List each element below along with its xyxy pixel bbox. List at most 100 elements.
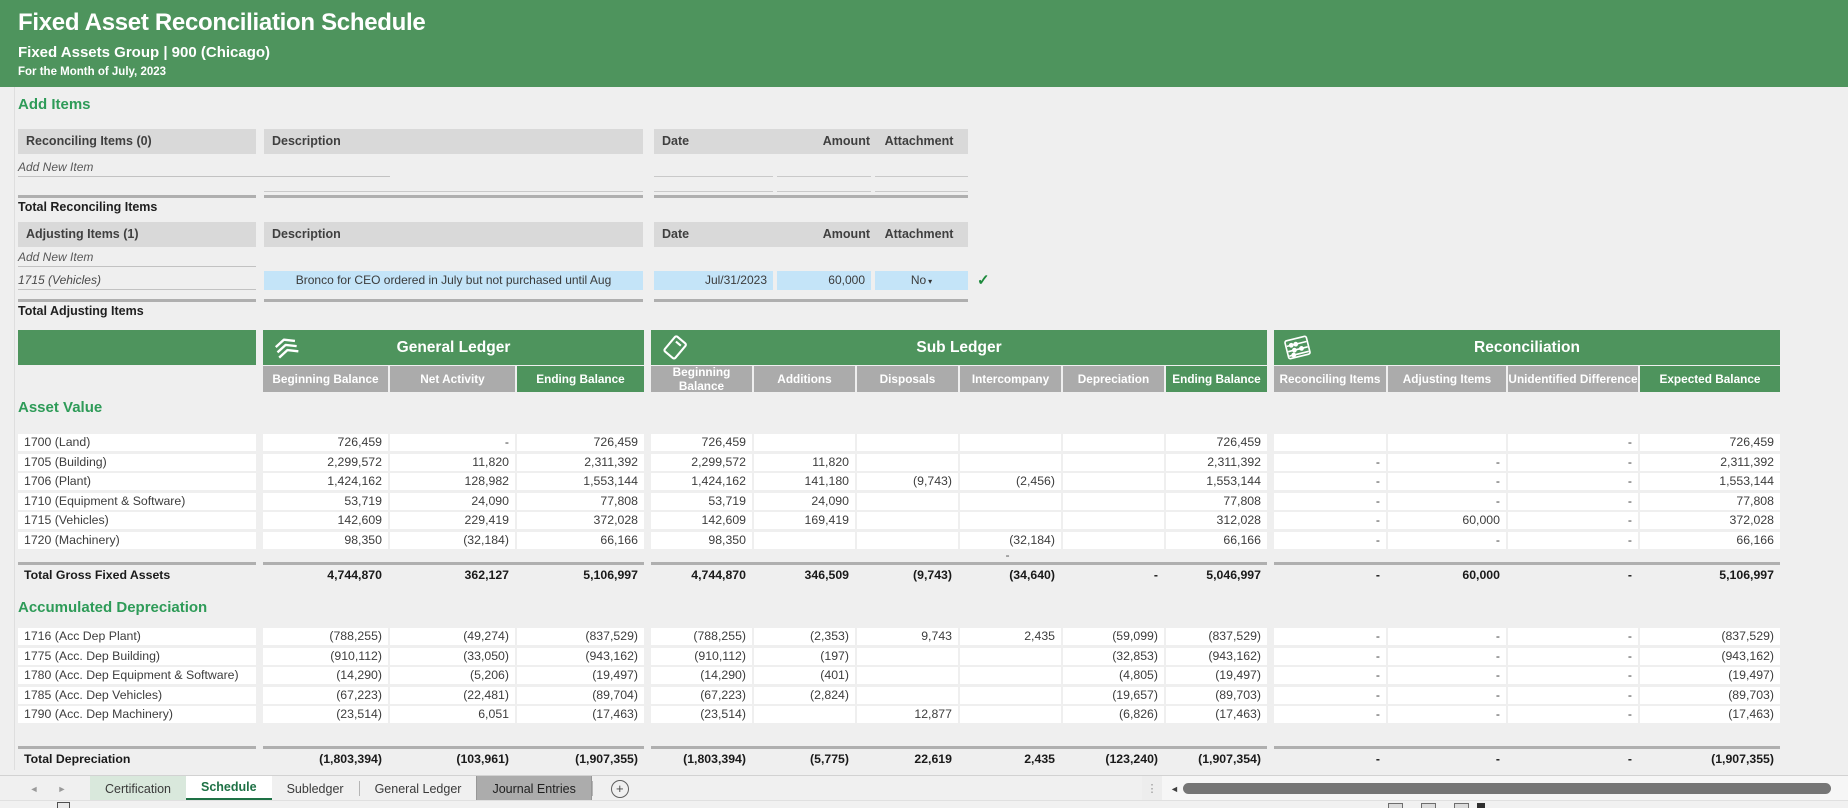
value-cell: - [1274, 531, 1386, 549]
col-sl-additions: Additions [754, 366, 855, 392]
prev-sheet-arrow-icon[interactable]: ◄ [20, 784, 48, 794]
value-cell: (103,961) [456, 751, 509, 766]
attachment-input[interactable] [875, 163, 968, 177]
value-cell: - [1508, 492, 1638, 510]
add-items-section: Add Items Reconciling Items (0) Descript… [0, 92, 1848, 320]
value-cell: 5,106,997 [583, 568, 638, 582]
value-cell: 66,166 [1640, 531, 1780, 549]
value-cell: (19,497) [517, 667, 644, 684]
date-input[interactable] [654, 163, 773, 177]
value-cell: (23,514) [651, 706, 752, 723]
value-cell [960, 647, 1061, 665]
value-cell: - [1375, 568, 1380, 582]
value-cell: 372,028 [1640, 512, 1780, 529]
value-cell: 726,459 [1640, 434, 1780, 451]
value-cell: 98,350 [651, 531, 752, 549]
value-cell: (5,775) [810, 751, 849, 766]
value-cell [1063, 434, 1164, 451]
value-cell [857, 531, 958, 549]
col-sl-intercompany: Intercompany [960, 366, 1061, 392]
value-cell: - [1274, 453, 1386, 471]
value-cell: - [1508, 686, 1638, 704]
adjusting-item-account[interactable]: 1715 (Vehicles) [18, 271, 256, 290]
value-cell: 12,877 [857, 706, 958, 723]
amount-input[interactable] [777, 163, 871, 177]
next-sheet-arrow-icon[interactable]: ► [48, 784, 76, 794]
tab-schedule[interactable]: Schedule [186, 776, 272, 801]
account-cell: 1715 (Vehicles) [18, 512, 256, 529]
value-cell: (59,099) [1063, 628, 1164, 645]
description-header: Description [264, 129, 643, 154]
adjusting-item-date[interactable]: Jul/31/2023 [654, 271, 773, 290]
sub-ledger-banner: Sub Ledger [651, 330, 1267, 365]
value-cell [754, 531, 855, 549]
value-cell [1063, 492, 1164, 510]
value-cell: 60,000 [1462, 568, 1500, 582]
scrollbar-thumb[interactable] [1182, 783, 1831, 794]
amount-input[interactable] [777, 178, 871, 192]
add-new-item-link[interactable]: Add New Item [18, 249, 256, 267]
value-cell: 2,311,392 [517, 453, 644, 471]
description-input[interactable] [264, 178, 643, 192]
value-cell: (33,050) [390, 647, 515, 665]
value-cell: 11,820 [390, 453, 515, 471]
adjusting-item-row: 1715 (Vehicles) Bronco for CEO ordered i… [18, 270, 1848, 291]
page-break-view-icon[interactable] [1454, 803, 1469, 808]
value-cell: (14,290) [263, 667, 388, 684]
value-cell [960, 434, 1061, 451]
table-row: 1790 (Acc. Dep Machinery) (23,514) 6,051 (1… [18, 706, 1848, 723]
scrollbar-resize-handle[interactable]: ⋮ [1142, 776, 1162, 801]
add-new-item-link[interactable]: Add New Item [18, 159, 390, 177]
value-cell: 372,028 [517, 512, 644, 529]
value-cell [960, 706, 1061, 723]
adjusting-item-amount[interactable]: 60,000 [777, 271, 871, 290]
value-cell [857, 667, 958, 684]
value-cell: - [1375, 751, 1380, 766]
table-row: 1720 (Machinery) 98,350 (32,184) 66,166 98,3… [18, 531, 1848, 549]
value-cell: (2,456) [960, 473, 1061, 490]
zoom-slider-handle[interactable] [1477, 803, 1485, 808]
tab-general-ledger[interactable]: General Ledger [360, 776, 477, 801]
date-header: Date [662, 134, 690, 148]
scroll-left-arrow-icon[interactable]: ◄ [1170, 784, 1179, 794]
group-banner-row: General Ledger Sub Ledger Reconciliation [18, 330, 1848, 365]
value-cell [1063, 453, 1164, 471]
value-cell: 6,051 [390, 706, 515, 723]
value-cell: - [1508, 706, 1638, 723]
table-row: 1780 (Acc. Dep Equipment & Software) (14,… [18, 667, 1848, 684]
value-cell: (4,805) [1063, 667, 1164, 684]
attachment-dropdown[interactable]: No ▾ [875, 271, 968, 290]
date-input[interactable] [654, 178, 773, 192]
value-cell: (837,529) [1166, 628, 1267, 645]
table-row: 1715 (Vehicles) 142,609 229,419 372,028 142,… [18, 512, 1848, 529]
value-cell: 53,719 [651, 492, 752, 510]
spacer-row: - [18, 549, 1848, 561]
tab-journal-entries[interactable]: Journal Entries [476, 776, 592, 801]
attachment-input[interactable] [875, 178, 968, 192]
col-sl-ending-balance: Ending Balance [1166, 366, 1267, 392]
tab-certification[interactable]: Certification [90, 776, 186, 801]
value-cell: 141,180 [754, 473, 855, 490]
value-cell [651, 551, 752, 560]
reconciling-blank-row [18, 177, 1848, 192]
value-cell: (2,824) [754, 686, 855, 704]
value-cell: 726,459 [517, 434, 644, 451]
add-sheet-button[interactable]: + [610, 776, 629, 801]
value-cell: (19,497) [1640, 667, 1780, 684]
table-row: 1785 (Acc. Dep Vehicles) (67,223) (22,481)… [18, 686, 1848, 704]
page-layout-view-icon[interactable] [1421, 803, 1436, 808]
value-cell [754, 706, 855, 723]
reconciling-add-new-row: Add New Item [18, 158, 1848, 177]
value-cell: - [1274, 647, 1386, 665]
adjusting-item-description[interactable]: Bronco for CEO ordered in July but not p… [264, 271, 643, 290]
sub-ledger-title: Sub Ledger [916, 338, 1002, 356]
col-rec-adjusting-items: Adjusting Items [1388, 366, 1506, 392]
value-cell [1063, 531, 1164, 549]
value-cell: 77,808 [517, 492, 644, 510]
tab-subledger[interactable]: Subledger [272, 776, 359, 801]
normal-view-icon[interactable] [1388, 803, 1403, 808]
value-cell [754, 434, 855, 451]
value-cell: (19,657) [1063, 686, 1164, 704]
table-row: 1710 (Equipment & Software) 53,719 24,090 7… [18, 492, 1848, 510]
value-cell [1508, 551, 1638, 560]
